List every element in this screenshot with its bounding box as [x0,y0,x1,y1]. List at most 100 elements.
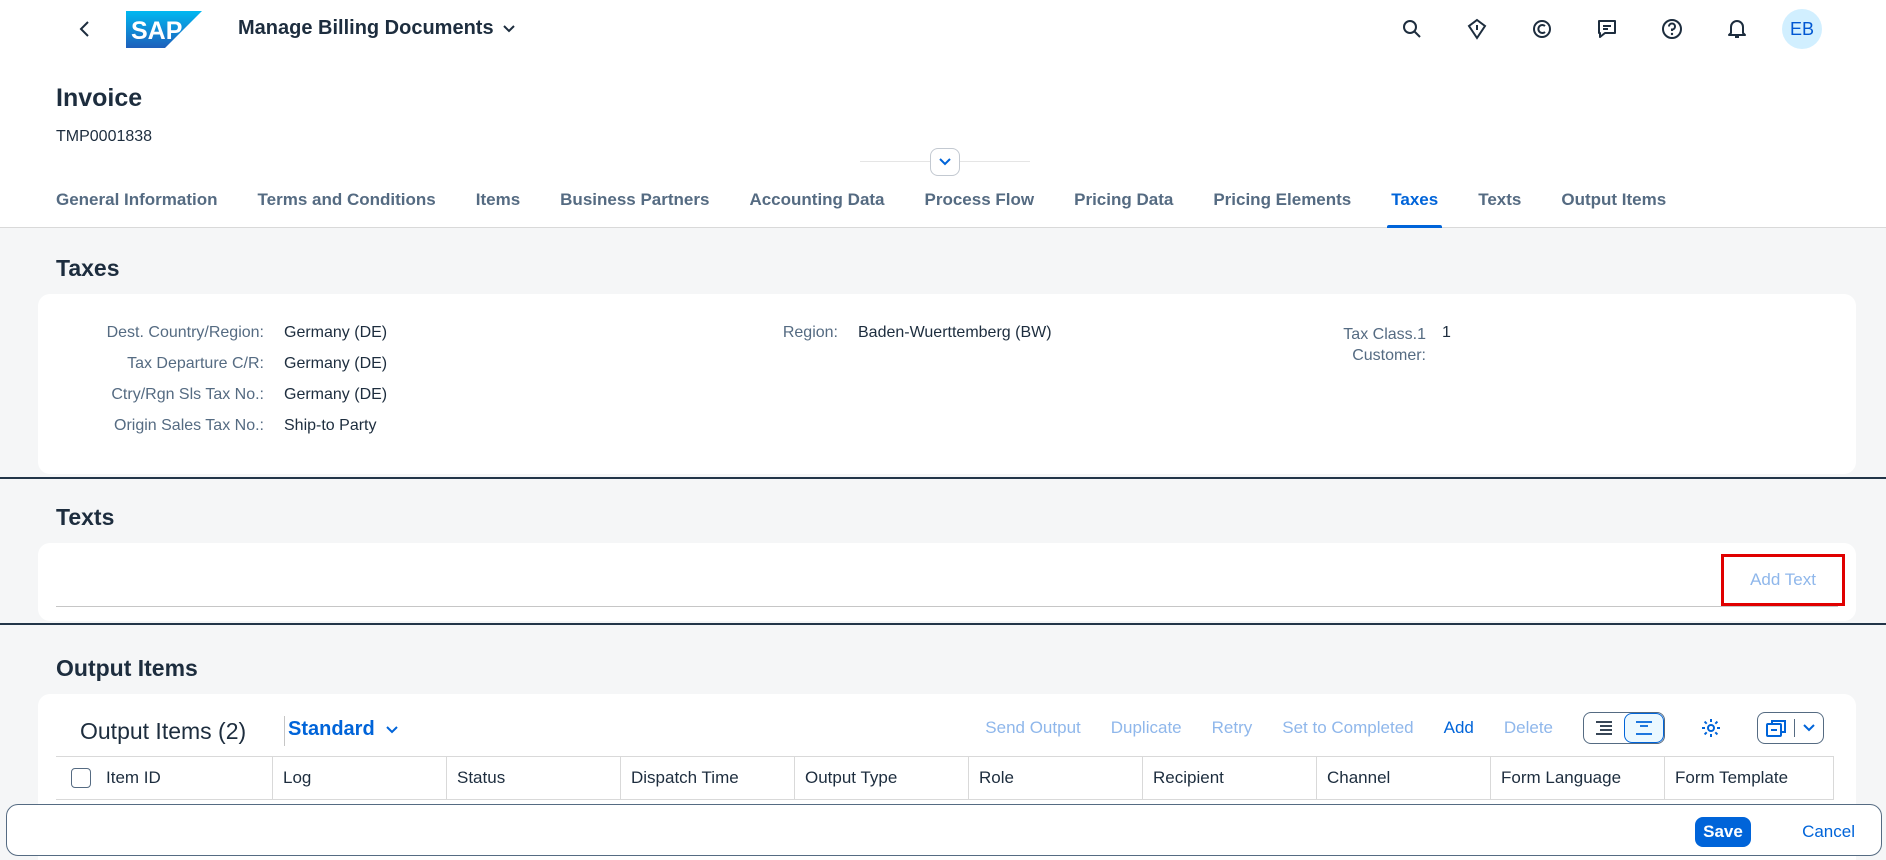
column-header-recipient[interactable]: Recipient [1143,757,1317,799]
field-value: 1 [1442,324,1451,341]
collapse-rows-button[interactable] [1624,713,1664,743]
tab-taxes[interactable]: Taxes [1387,182,1443,228]
delete-button[interactable]: Delete [1504,718,1553,738]
column-header-form-language[interactable]: Form Language [1491,757,1665,799]
svg-text:SAP: SAP [131,17,182,45]
gear-icon [1702,719,1720,737]
table-toolbar: Output Items (2) Standard Send Output Du… [38,694,1856,756]
field-label: Region: [782,324,838,341]
copilot-button[interactable] [1522,9,1562,49]
app-title-menu[interactable]: Manage Billing Documents [238,17,516,40]
field-value: Baden-Wuerttemberg (BW) [858,324,1052,341]
export-menu-button[interactable] [1757,712,1824,744]
sap-logo: SAP [126,11,202,48]
notifications-icon [1728,20,1746,38]
joule-icon [1467,18,1487,40]
chevron-down-icon [939,158,951,166]
add-button[interactable]: Add [1444,718,1474,738]
chevron-down-icon [502,24,515,32]
save-button[interactable]: Save [1695,817,1751,847]
field-dest-country: Dest. Country/Region: Germany (DE) [56,324,388,342]
select-all-cell [56,757,106,799]
taxes-section-title: Taxes [56,255,120,281]
anchor-tabs: General Information Terms and Conditions… [56,182,1706,228]
chevron-left-icon [79,21,89,37]
tab-items[interactable]: Items [476,182,520,228]
field-label: Tax Class.1 Customer: [1298,324,1426,366]
column-header-role[interactable]: Role [969,757,1143,799]
joule-button[interactable] [1457,9,1497,49]
column-header-form-template[interactable]: Form Template [1665,757,1834,799]
texts-section-title: Texts [56,504,115,530]
add-text-button[interactable]: Add Text [1721,554,1845,606]
column-header-channel[interactable]: Channel [1317,757,1491,799]
view-toggle [1583,712,1665,744]
text-align-left-icon [1596,721,1612,735]
text-align-right-icon [1636,721,1652,735]
variant-label: Standard [288,718,375,740]
back-button[interactable] [70,14,100,44]
footer-toolbar: Save Cancel [6,804,1882,856]
copilot-icon [1533,20,1551,38]
table-settings-button[interactable] [1695,712,1727,744]
field-label: Tax Departure C/R: [127,355,264,372]
field-label: Ctry/Rgn Sls Tax No.: [111,386,264,403]
tab-terms-and-conditions[interactable]: Terms and Conditions [258,182,436,228]
app-title: Manage Billing Documents [238,17,494,39]
field-label-line: Customer: [1352,347,1426,364]
field-value: Germany (DE) [284,386,388,403]
cancel-button[interactable]: Cancel [1794,817,1863,847]
search-button[interactable] [1392,9,1432,49]
user-avatar[interactable]: EB [1782,9,1822,49]
retry-button[interactable]: Retry [1212,718,1253,738]
help-button[interactable] [1652,9,1692,49]
select-all-checkbox[interactable] [71,768,91,788]
variant-selector[interactable]: Standard [288,718,399,741]
taxes-card: Dest. Country/Region: Germany (DE) Tax D… [38,294,1856,474]
field-origin-sales-tax-no: Origin Sales Tax No.: Ship-to Party [56,417,376,435]
section-divider [0,623,1886,625]
feedback-icon [1598,20,1616,38]
variant-separator [284,716,285,746]
export-icon [1766,720,1786,737]
table-title: Output Items (2) [80,718,247,744]
tab-process-flow[interactable]: Process Flow [925,182,1035,228]
column-header-item-id[interactable]: Item ID [106,757,273,799]
field-label: Origin Sales Tax No.: [114,417,264,434]
notifications-button[interactable] [1717,9,1757,49]
field-ctry-sales-tax-no: Ctry/Rgn Sls Tax No.: Germany (DE) [56,386,387,404]
field-region: Region: Baden-Wuerttemberg (BW) [698,324,1052,342]
collapse-header-button[interactable] [930,148,960,176]
section-divider [0,477,1886,479]
field-tax-departure: Tax Departure C/R: Germany (DE) [56,355,387,373]
tab-business-partners[interactable]: Business Partners [560,182,709,228]
field-value: Germany (DE) [284,324,388,341]
set-to-completed-button[interactable]: Set to Completed [1282,718,1413,738]
document-number: TMP0001838 [56,128,153,145]
field-tax-class-customer: Tax Class.1 Customer: 1 [1298,324,1451,366]
column-header-log[interactable]: Log [273,757,447,799]
tab-accounting-data[interactable]: Accounting Data [749,182,884,228]
search-icon [1403,20,1421,38]
shell-bar: SAP Manage Billing Documents EB [0,0,1886,58]
page-title: Invoice [56,84,143,112]
column-header-status[interactable]: Status [447,757,621,799]
feedback-button[interactable] [1587,9,1627,49]
send-output-button[interactable]: Send Output [985,718,1080,738]
object-header: Invoice TMP0001838 General Information T… [0,58,1886,228]
field-label: Dest. Country/Region: [106,324,264,341]
field-value: Germany (DE) [284,355,388,372]
output-items-section-title: Output Items [56,655,198,681]
tab-output-items[interactable]: Output Items [1561,182,1666,228]
texts-card [38,543,1856,621]
duplicate-button[interactable]: Duplicate [1111,718,1182,738]
tab-texts[interactable]: Texts [1478,182,1521,228]
tab-pricing-data[interactable]: Pricing Data [1074,182,1173,228]
tab-pricing-elements[interactable]: Pricing Elements [1213,182,1351,228]
field-value: Ship-to Party [284,417,377,434]
column-header-dispatch-time[interactable]: Dispatch Time [621,757,795,799]
chevron-down-icon [1803,724,1815,732]
tab-general-information[interactable]: General Information [56,182,218,228]
column-header-output-type[interactable]: Output Type [795,757,969,799]
expand-rows-button[interactable] [1584,713,1624,743]
